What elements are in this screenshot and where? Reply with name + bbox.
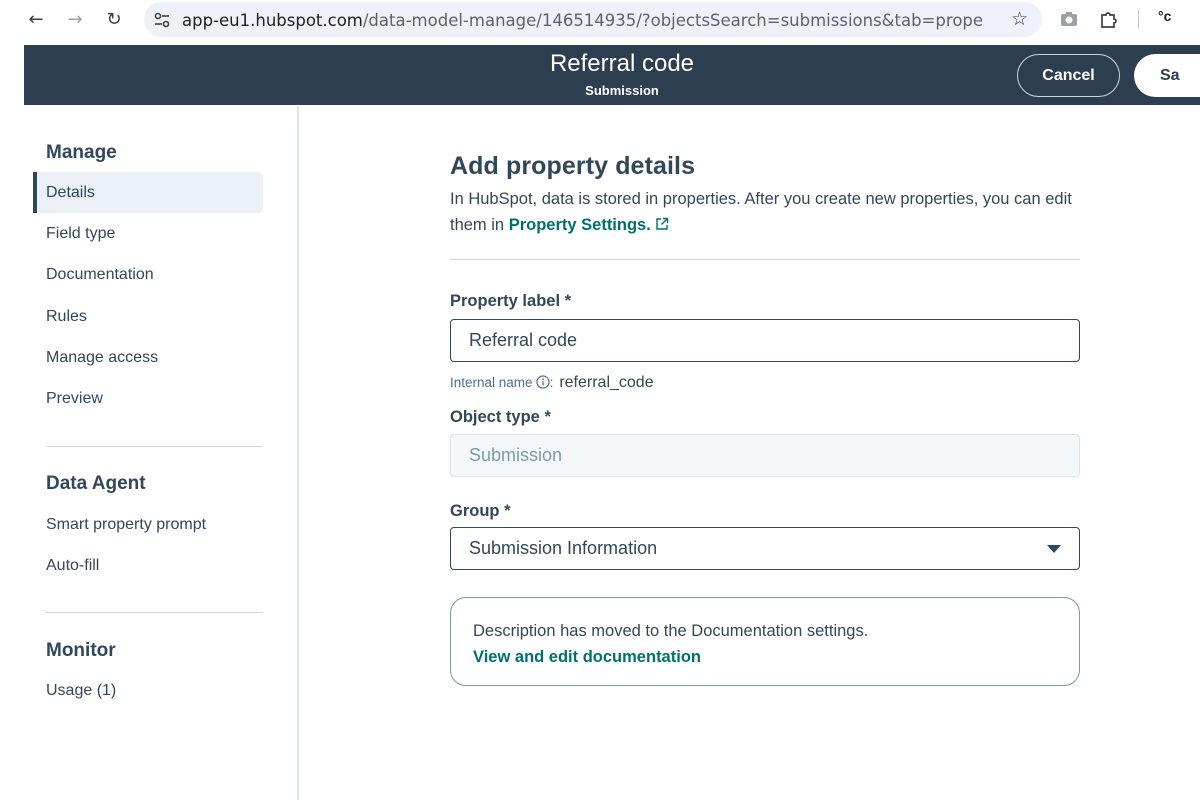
property-label-input[interactable]: Referral code <box>450 319 1080 362</box>
extensions-puzzle-icon[interactable] <box>1098 8 1120 30</box>
object-type-label: Object type * <box>450 408 551 426</box>
sidebar-item-documentation[interactable]: Documentation <box>33 254 263 295</box>
browser-toolbar: ← → ↻ app-eu1.hubspot.com/data-model-man… <box>0 0 1200 45</box>
property-settings-link[interactable]: Property Settings. <box>509 216 651 234</box>
profile-avatar[interactable]: °c <box>1158 8 1171 24</box>
forward-arrow-icon[interactable]: → <box>63 8 87 32</box>
view-documentation-link[interactable]: View and edit documentation <box>473 644 1057 670</box>
info-icon[interactable] <box>535 375 550 389</box>
url-text[interactable]: app-eu1.hubspot.com/data-model-manage/14… <box>182 11 982 30</box>
sidebar-divider <box>46 612 263 613</box>
sidebar-item-manage-access[interactable]: Manage access <box>33 337 263 378</box>
section-description: In HubSpot, data is stored in properties… <box>450 186 1080 238</box>
back-arrow-icon[interactable]: ← <box>24 8 48 32</box>
bookmark-star-icon[interactable]: ☆ <box>1011 8 1028 30</box>
sidebar-heading-manage: Manage <box>46 142 117 163</box>
sidebar-nav: Manage Details Field type Documentation … <box>24 106 299 800</box>
notice-text: Description has moved to the Documentati… <box>473 622 869 640</box>
internal-name-row: Internal name : referral_code <box>450 374 654 392</box>
section-title: Add property details <box>450 152 696 180</box>
url-path: /data-model-manage/146514935/?objectsSea… <box>362 11 982 30</box>
sidebar-heading-monitor: Monitor <box>46 640 116 661</box>
sidebar-item-preview[interactable]: Preview <box>33 378 263 419</box>
app-header: Referral code Submission Cancel Sa <box>24 45 1200 105</box>
group-label: Group * <box>450 502 511 520</box>
site-settings-icon[interactable] <box>152 10 172 30</box>
toolbar-separator <box>1138 10 1139 28</box>
sidebar-item-smart-property-prompt[interactable]: Smart property prompt <box>33 504 263 545</box>
internal-name-value: referral_code <box>559 374 654 391</box>
address-bar[interactable]: app-eu1.hubspot.com/data-model-manage/14… <box>144 2 1042 37</box>
group-select[interactable]: Submission Information <box>450 527 1080 570</box>
sidebar-divider <box>46 446 263 447</box>
reload-icon[interactable]: ↻ <box>102 8 126 32</box>
sidebar-item-rules[interactable]: Rules <box>33 296 263 337</box>
section-divider <box>450 259 1080 260</box>
cancel-button[interactable]: Cancel <box>1017 54 1120 97</box>
internal-name-colon: : <box>549 375 554 390</box>
sidebar-item-field-type[interactable]: Field type <box>33 213 263 254</box>
sidebar-item-usage[interactable]: Usage (1) <box>33 670 263 711</box>
internal-name-label: Internal name <box>450 375 533 390</box>
url-host: app-eu1.hubspot.com <box>182 11 363 30</box>
sidebar-heading-data-agent: Data Agent <box>46 473 146 494</box>
documentation-notice: Description has moved to the Documentati… <box>450 597 1080 686</box>
object-type-input: Submission <box>450 434 1080 477</box>
save-button[interactable]: Sa <box>1134 54 1200 97</box>
sidebar-item-details[interactable]: Details <box>33 172 263 213</box>
camera-icon[interactable] <box>1058 8 1080 30</box>
group-select-value: Submission Information <box>469 538 658 558</box>
chevron-down-icon <box>1047 545 1061 553</box>
external-link-icon[interactable] <box>655 217 669 231</box>
sidebar-item-auto-fill[interactable]: Auto-fill <box>33 545 263 586</box>
property-label-label: Property label * <box>450 292 572 310</box>
